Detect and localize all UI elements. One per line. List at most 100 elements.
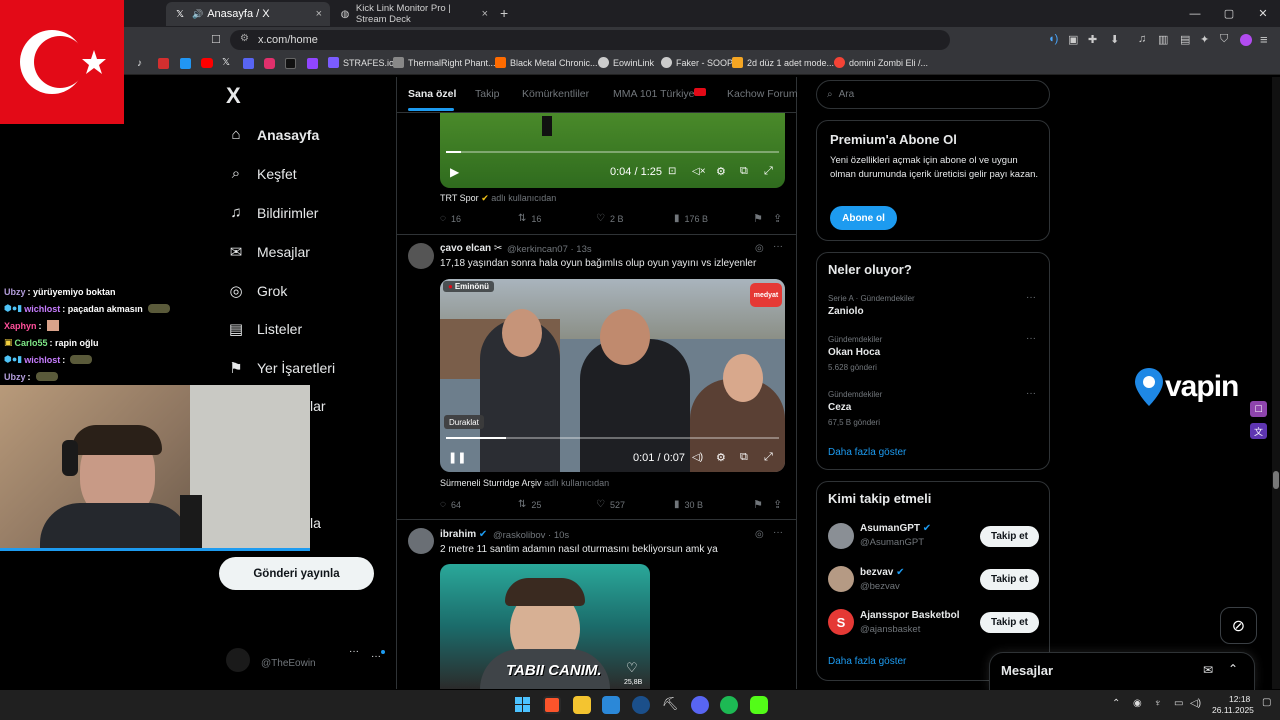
kick-taskbar-icon[interactable] bbox=[750, 696, 768, 714]
tab-close-button[interactable]: × bbox=[482, 8, 488, 20]
windows-start-icon[interactable] bbox=[515, 697, 530, 712]
translate-icon[interactable]: 文 bbox=[1250, 423, 1267, 439]
nav-item-partial[interactable]: la bbox=[310, 515, 321, 531]
account-handle[interactable]: @TheEowin bbox=[261, 658, 316, 669]
maximize-button[interactable]: ▢ bbox=[1212, 0, 1246, 27]
grok-floating-button[interactable]: ⊘ bbox=[1220, 607, 1257, 644]
nav-item-notifications[interactable]: ♫ Bildirimler bbox=[228, 204, 318, 221]
twitch-icon[interactable] bbox=[307, 58, 318, 69]
nav-item-bookmarks[interactable]: ⚑ Yer İşaretleri bbox=[228, 359, 335, 377]
account-menu-button[interactable]: ··· bbox=[371, 651, 381, 662]
scrollbar-thumb[interactable] bbox=[1273, 471, 1279, 489]
pause-icon[interactable]: ❚❚ bbox=[448, 451, 466, 464]
audio-icon[interactable]: ◖) bbox=[1048, 33, 1058, 45]
follow-button[interactable]: Takip et bbox=[980, 612, 1039, 633]
show-more-link[interactable]: Daha fazla göster bbox=[828, 447, 906, 458]
nav-item-explore[interactable]: ⌕ Keşfet bbox=[228, 165, 297, 182]
user-name[interactable]: Ajansspor Basketbol bbox=[860, 610, 959, 621]
share-post-icon[interactable]: ⇪ bbox=[773, 498, 782, 511]
post3-video[interactable]: TABII CANIM. ♡ 25,8B bbox=[440, 564, 650, 689]
tray-chevron-icon[interactable]: ⌃ bbox=[1112, 698, 1120, 709]
bookmark-item[interactable]: ThermalRight Phant... bbox=[393, 57, 496, 68]
spotify-icon[interactable] bbox=[720, 696, 738, 714]
post-button[interactable]: Gönderi yayınla bbox=[219, 557, 374, 590]
fullscreen-icon[interactable]: ⤢ bbox=[764, 165, 773, 178]
bookmark-item[interactable]: Faker - SOOP bbox=[661, 57, 733, 68]
ajansspor-logo[interactable]: S bbox=[828, 609, 854, 635]
search-input[interactable]: ⌕ Ara bbox=[816, 80, 1050, 109]
bookmark-post-icon[interactable]: ⚑ bbox=[753, 212, 763, 225]
post-more-icon[interactable]: ··· bbox=[773, 527, 783, 538]
subscribe-button[interactable]: Abone ol bbox=[830, 206, 897, 230]
trend-more-icon[interactable]: ··· bbox=[1026, 388, 1036, 399]
bookmark-star-icon[interactable]: ☐ bbox=[211, 33, 221, 46]
minimize-button[interactable]: — bbox=[1178, 0, 1212, 27]
grok-post-icon[interactable]: ◎ bbox=[755, 243, 764, 254]
user-name[interactable]: AsumanGPT ✔ bbox=[860, 523, 931, 534]
bookmark-blue-icon[interactable] bbox=[180, 58, 191, 69]
like-action[interactable]: ♡ 527 bbox=[596, 499, 625, 510]
tab-x-home[interactable]: 𝕏 🔊 Anasayfa / X × bbox=[166, 2, 330, 26]
sidebar-icon[interactable]: ▥ bbox=[1158, 33, 1168, 46]
microphone-tray-icon[interactable]: ♆ bbox=[1154, 698, 1162, 709]
address-bar[interactable]: ⚙ x.com/home bbox=[230, 30, 950, 50]
trend-more-icon[interactable]: ··· bbox=[1026, 292, 1036, 303]
follow-button[interactable]: Takip et bbox=[980, 526, 1039, 547]
views-action[interactable]: ▮ 30 B bbox=[674, 499, 703, 510]
account-avatar[interactable] bbox=[226, 648, 250, 672]
bookmark-item[interactable]: EowinLink bbox=[598, 57, 654, 68]
play-icon[interactable]: ▶ bbox=[450, 165, 459, 179]
trend-more-icon[interactable]: ··· bbox=[1026, 333, 1036, 344]
store-icon[interactable] bbox=[602, 696, 620, 714]
tab-kaomurkentliler[interactable]: Kömürkentliler bbox=[522, 88, 589, 100]
user-avatar[interactable] bbox=[828, 566, 854, 592]
post3-avatar[interactable] bbox=[408, 528, 434, 554]
nav-item-home[interactable]: ⌂ Anasayfa bbox=[228, 126, 319, 143]
close-window-button[interactable]: ✕ bbox=[1246, 0, 1280, 27]
grok-post-icon[interactable]: ◎ bbox=[755, 529, 764, 540]
mute-icon[interactable]: ◁) bbox=[692, 452, 703, 463]
user-avatar[interactable] bbox=[828, 523, 854, 549]
media-icon[interactable]: ♫ bbox=[1138, 33, 1146, 45]
popout-icon[interactable]: ⧉ bbox=[740, 165, 748, 178]
bookmark-item[interactable]: Black Metal Chronic... bbox=[495, 57, 598, 68]
trend-item[interactable]: Ceza bbox=[828, 402, 851, 413]
progress-track[interactable] bbox=[446, 151, 779, 153]
tiktok-icon[interactable]: ♪ bbox=[137, 58, 142, 69]
download-icon[interactable]: ⬇ bbox=[1110, 33, 1119, 46]
views-action[interactable]: ▮ 176 B bbox=[674, 213, 708, 224]
trend-item[interactable]: Zaniolo bbox=[828, 306, 864, 317]
brave-taskbar-icon[interactable] bbox=[543, 696, 561, 714]
tool-icon[interactable]: ⛏ bbox=[661, 696, 679, 714]
heart-icon[interactable]: ♡ bbox=[626, 660, 638, 676]
tab-mma-101[interactable]: MMA 101 Türkiye bbox=[613, 88, 695, 100]
kick-icon[interactable] bbox=[285, 58, 296, 69]
fullscreen-icon[interactable]: ⤢ bbox=[764, 451, 773, 464]
captions-icon[interactable]: ⊡ bbox=[668, 166, 676, 177]
nav-item-partial[interactable]: lar bbox=[310, 398, 326, 414]
network-icon[interactable]: ▭ bbox=[1174, 698, 1183, 709]
reply-action[interactable]: ◌ 64 bbox=[440, 499, 461, 510]
reply-action[interactable]: ◌ 16 bbox=[440, 213, 461, 224]
bookmark-red-icon[interactable] bbox=[158, 58, 169, 69]
file-explorer-icon[interactable] bbox=[573, 696, 591, 714]
youtube-icon[interactable] bbox=[201, 58, 213, 68]
settings-icon[interactable]: ⚙ bbox=[716, 451, 726, 464]
user-name[interactable]: bezvav ✔ bbox=[860, 567, 905, 578]
post1-video[interactable]: ▶ 0:04 / 1:25 ⊡ ◁× ⚙ ⧉ ⤢ bbox=[440, 113, 785, 188]
new-tab-button[interactable]: + bbox=[500, 5, 508, 21]
trend-item[interactable]: Okan Hoca bbox=[828, 347, 880, 358]
bookmark-item[interactable]: domini Zombi Eli /... bbox=[834, 57, 928, 68]
repost-action[interactable]: ⇅ 16 bbox=[518, 213, 541, 224]
chat-extension-icon[interactable]: ☐ bbox=[1250, 401, 1267, 417]
bookmark-item[interactable]: 2d düz 1 adet mode... bbox=[732, 57, 834, 68]
settings-icon[interactable]: ⚙ bbox=[716, 165, 726, 178]
tab-kick-link[interactable]: ◍ Kick Link Monitor Pro | Stream Deck × bbox=[332, 2, 496, 26]
clock-time[interactable]: 12:18 bbox=[1229, 694, 1250, 704]
url-text[interactable]: x.com/home bbox=[258, 34, 318, 46]
leo-icon[interactable]: ✦ bbox=[1200, 33, 1209, 46]
site-info-icon[interactable]: ⚙ bbox=[240, 33, 249, 44]
steam-icon[interactable] bbox=[632, 696, 650, 714]
speaker-icon[interactable]: 🔊 bbox=[192, 9, 203, 20]
x-logo-icon[interactable]: X bbox=[226, 83, 241, 109]
